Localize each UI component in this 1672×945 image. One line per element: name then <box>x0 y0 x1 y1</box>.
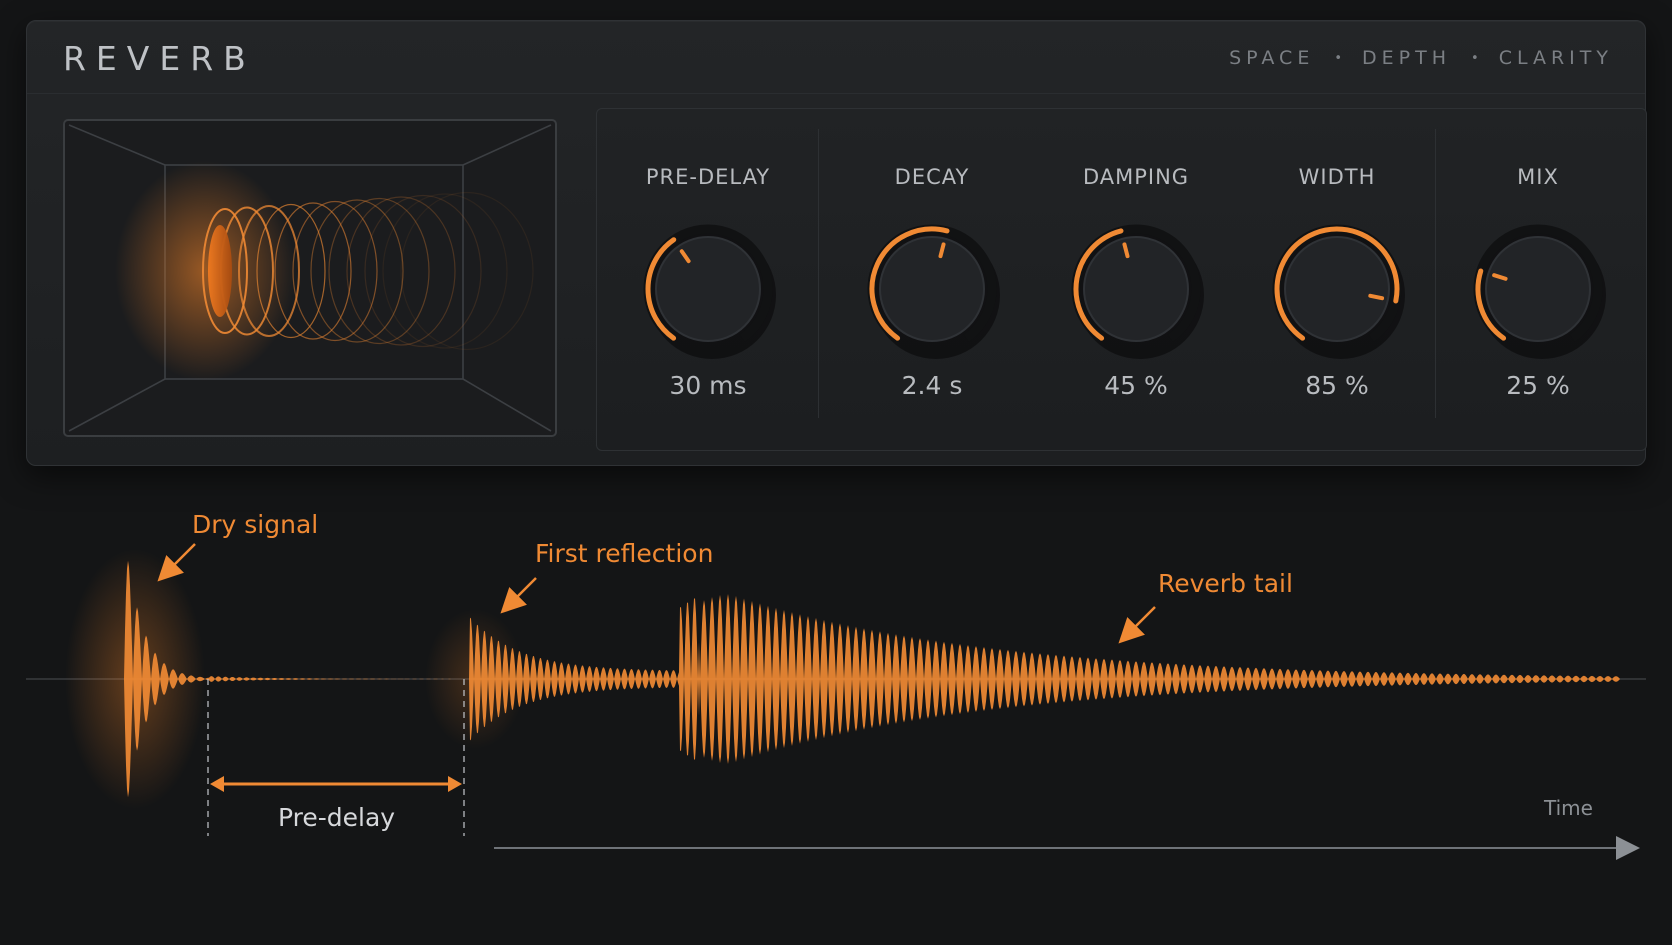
width-dial[interactable] <box>1267 219 1407 359</box>
tagline-dot-icon: • <box>1334 50 1343 66</box>
knob-pointer <box>1368 293 1385 301</box>
knob-value: 30 ms <box>669 371 747 400</box>
knob-body <box>879 236 985 342</box>
mix-dial[interactable] <box>1468 219 1608 359</box>
decay-dial[interactable] <box>862 219 1002 359</box>
knob-body <box>1284 236 1390 342</box>
dry-signal-label: Dry signal <box>192 510 319 539</box>
knob-section: PRE-DELAY 30 ms DECAY 2.4 s DAMPING 45 %… <box>596 108 1647 451</box>
knob-value: 85 % <box>1305 371 1369 400</box>
reverb-panel: REVERB SPACE • DEPTH • CLARITY PRE-DELAY… <box>26 20 1647 466</box>
knob-label: DECAY <box>894 165 970 189</box>
damping-dial[interactable] <box>1066 219 1206 359</box>
tail-pointer-icon <box>1118 606 1156 644</box>
knob-value: 45 % <box>1104 371 1168 400</box>
tagline-clarity: CLARITY <box>1498 47 1613 69</box>
knob-value: 25 % <box>1506 371 1570 400</box>
dry-pointer-icon <box>157 543 196 582</box>
knob-label: PRE-DELAY <box>645 165 771 189</box>
knob-label: MIX <box>1517 165 1559 189</box>
tagline: SPACE • DEPTH • CLARITY <box>1229 47 1613 69</box>
waveform <box>24 560 1620 798</box>
first-reflection-label: First reflection <box>535 539 714 568</box>
knob-damping[interactable]: DAMPING 45 % <box>1046 109 1226 449</box>
knob-width[interactable]: WIDTH 85 % <box>1247 109 1427 449</box>
knob-value: 2.4 s <box>901 371 963 400</box>
reflection-pointer-icon <box>500 577 537 614</box>
tagline-dot-icon: • <box>1471 50 1479 66</box>
knob-label: DAMPING <box>1082 165 1190 189</box>
header-divider <box>27 93 1645 94</box>
reflection-ring <box>328 197 430 345</box>
knob-divider <box>818 129 819 418</box>
knob-body <box>1083 236 1189 342</box>
pre-delay-label: Pre-delay <box>278 803 396 832</box>
tagline-depth: DEPTH <box>1362 47 1452 69</box>
knob-pre-delay[interactable]: PRE-DELAY 30 ms <box>618 109 798 449</box>
predelay-arrow-icon <box>210 776 462 792</box>
knob-label: WIDTH <box>1298 165 1376 189</box>
room-visualizer <box>63 119 557 437</box>
reverb-tail-label: Reverb tail <box>1158 569 1293 598</box>
pre-delay-dial[interactable] <box>638 219 778 359</box>
room-reflection-icon <box>68 124 552 432</box>
reflection-ring <box>400 191 534 351</box>
knob-decay[interactable]: DECAY 2.4 s <box>842 109 1022 449</box>
knob-divider <box>1435 129 1436 418</box>
knob-mix[interactable]: MIX 25 % <box>1448 109 1628 449</box>
knob-body <box>1485 236 1591 342</box>
plugin-title: REVERB <box>63 39 256 78</box>
time-axis-label: Time <box>1544 796 1593 820</box>
tagline-space: SPACE <box>1229 47 1315 69</box>
knob-body <box>655 236 761 342</box>
impulse-response-diagram: Dry signal First reflection Reverb tail … <box>0 466 1672 941</box>
